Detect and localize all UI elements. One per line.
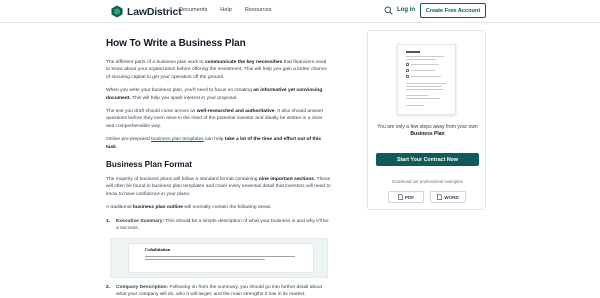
top-navigation: LawDistrict Documents Help Resources Log… [0,0,600,23]
page-title: How To Write a Business Plan [106,38,246,49]
paragraph-format: The majority of business plans will foll… [106,177,331,197]
paragraph-intro: The different parts of a business plan w… [106,60,327,80]
preview-line [411,70,435,71]
example-text-line [145,258,265,260]
nav-documents[interactable]: Documents [179,7,207,13]
paragraph-tone: The text you draft should come across as… [106,109,324,129]
preview-checkbox [406,69,409,72]
preview-line [406,95,428,96]
example-document-title: Cohabitation [145,246,171,252]
brand-name: LawDistrict [127,5,182,18]
preview-checkbox [406,63,409,66]
preview-checkbox [406,75,409,78]
main-nav: Documents Help Resources [179,7,272,13]
preview-line [411,76,441,77]
document-preview[interactable] [397,44,456,115]
paragraph-writing: When you write your business plan, you'l… [106,88,323,101]
example-document-image: Cohabitation [110,237,328,278]
search-icon[interactable] [384,6,393,15]
example-text-line [145,255,295,257]
download-examples-text: Download our professional examples [392,179,463,184]
preview-line [406,86,442,87]
section-heading: Business Plan Format [106,160,192,170]
list-item: 1. Executive Summary: This should be a si… [106,218,329,232]
download-pdf-button[interactable]: PDF [388,191,424,203]
preview-line [406,105,424,106]
preview-line [406,59,436,60]
paragraph-outline: A traditional business plan outline will… [106,205,272,211]
article-content: How To Write a Business Plan The differe… [106,38,331,298]
sidebar-card: You are only a few steps away from your … [367,30,486,210]
list-item: 2. Company Description: Following on from… [106,284,322,297]
pdf-file-icon [398,194,403,200]
logo-icon [111,5,123,18]
nav-resources[interactable]: Resources [245,7,272,13]
start-contract-button[interactable]: Start Your Contract Now [376,153,479,166]
preview-title-line [406,51,420,53]
business-plan-templates-link[interactable]: business plan templates [151,137,203,142]
word-file-icon [437,194,443,200]
preview-line [406,98,440,99]
brand-logo[interactable]: LawDistrict [111,4,182,19]
nav-help[interactable]: Help [220,7,232,13]
paragraph-templates: Online pre-prepared business plan templa… [106,137,322,150]
example-document-page: Cohabitation [128,242,314,273]
preview-line [406,56,444,57]
create-account-button[interactable]: Create Free Account [420,3,486,18]
download-word-button[interactable]: WORD [430,191,466,203]
login-link[interactable]: Log in [397,7,415,13]
preview-line [406,83,446,84]
steps-away-text: You are only a few steps away from your … [377,124,478,137]
preview-line [406,89,444,90]
preview-line [411,64,439,65]
